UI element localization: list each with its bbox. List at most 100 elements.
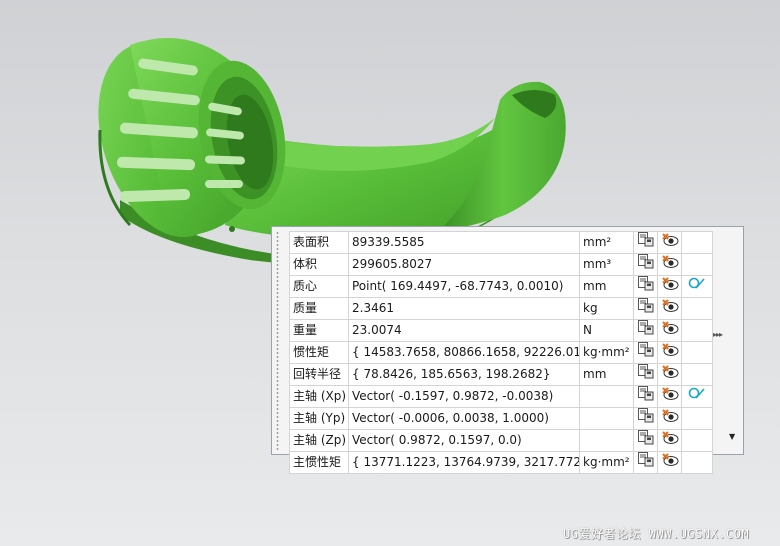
link-cell <box>681 297 713 320</box>
export-table-icon[interactable] <box>637 452 654 473</box>
result-row[interactable]: 表面积 89339.5585 mm² <box>289 231 713 254</box>
result-row[interactable]: 主轴 (Zp) Vector( 0.9872, 0.1597, 0.0) <box>289 429 713 452</box>
result-value[interactable]: 2.3461 <box>348 297 580 320</box>
export-table-icon[interactable] <box>637 254 654 275</box>
show-hide-icon[interactable] <box>661 453 679 473</box>
result-label: 表面积 <box>289 231 349 254</box>
show-hide-icon[interactable] <box>661 255 679 275</box>
export-table-icon[interactable] <box>637 342 654 363</box>
link-cell <box>681 451 713 474</box>
export-table-icon[interactable] <box>637 364 654 385</box>
show-hide-icon[interactable] <box>661 365 679 385</box>
result-row[interactable]: 惯性矩{ 14583.7658, 80866.1658, 92226.0109}… <box>289 341 713 364</box>
export-table-icon[interactable] <box>637 408 654 429</box>
link-cell <box>681 231 713 254</box>
result-value[interactable]: Vector( -0.1597, 0.9872, -0.0038) <box>348 385 580 408</box>
result-value[interactable]: 89339.5585 <box>348 231 580 254</box>
export-table-icon[interactable] <box>637 276 654 297</box>
show-hide-icon[interactable] <box>661 343 679 363</box>
show-hide-icon[interactable] <box>661 431 679 451</box>
result-value[interactable]: { 78.8426, 185.6563, 198.2682} <box>348 363 580 386</box>
result-unit[interactable] <box>579 429 634 452</box>
link-cell <box>681 275 713 298</box>
result-label: 惯性矩 <box>289 341 349 364</box>
export-cell <box>633 363 658 386</box>
associate-link-icon[interactable] <box>688 277 706 297</box>
visibility-cell <box>657 385 682 408</box>
result-value[interactable]: Point( 169.4497, -68.7743, 0.0010) <box>348 275 580 298</box>
export-table-icon[interactable] <box>637 320 654 341</box>
result-unit[interactable] <box>579 385 634 408</box>
visibility-cell <box>657 231 682 254</box>
result-row[interactable]: 质心 Point( 169.4497, -68.7743, 0.0010) mm <box>289 275 713 298</box>
result-row[interactable]: 重量 23.0074 N <box>289 319 713 342</box>
visibility-cell <box>657 429 682 452</box>
show-hide-icon[interactable] <box>661 233 679 253</box>
show-hide-icon[interactable] <box>661 409 679 429</box>
result-label: 质心 <box>289 275 349 298</box>
link-cell <box>681 385 713 408</box>
export-table-icon[interactable] <box>637 232 654 253</box>
measure-results-panel: 表面积 89339.5585 mm² 体积 299605.8027 mm³ 质心 Point(… <box>271 226 744 474</box>
result-value[interactable]: Vector( 0.9872, 0.1597, 0.0) <box>348 429 580 452</box>
export-cell <box>633 385 658 408</box>
export-cell <box>633 341 658 364</box>
result-value[interactable]: 23.0074 <box>348 319 580 342</box>
result-unit[interactable]: mm² <box>579 231 634 254</box>
link-cell <box>681 341 713 364</box>
result-label: 回转半径 <box>289 363 349 386</box>
visibility-cell <box>657 341 682 364</box>
show-hide-icon[interactable] <box>661 277 679 297</box>
drag-grip-handle[interactable] <box>275 231 280 451</box>
link-cell <box>681 363 713 386</box>
result-unit[interactable] <box>579 407 634 430</box>
result-unit[interactable]: kg <box>579 297 634 320</box>
visibility-cell <box>657 451 682 474</box>
result-unit[interactable]: mm <box>579 275 634 298</box>
result-unit[interactable]: mm³ <box>579 253 634 276</box>
result-row[interactable]: 主轴 (Xp) Vector( -0.1597, 0.9872, -0.0038) <box>289 385 713 408</box>
result-label: 质量 <box>289 297 349 320</box>
link-cell <box>681 253 713 276</box>
result-row[interactable]: 主惯性矩{ 13771.1223, 13764.9739, 3217.7726}… <box>289 451 713 474</box>
dropdown-arrow-icon[interactable]: ▼ <box>729 432 735 441</box>
result-label: 主轴 (Zp) <box>289 429 349 452</box>
result-row[interactable]: 体积 299605.8027 mm³ <box>289 253 713 276</box>
visibility-cell <box>657 253 682 276</box>
measure-results-table: 表面积 89339.5585 mm² 体积 299605.8027 mm³ 质心 Point(… <box>289 231 713 474</box>
result-unit[interactable]: kg·mm² <box>579 341 634 364</box>
link-cell <box>681 429 713 452</box>
result-value[interactable]: Vector( -0.0006, 0.0038, 1.0000) <box>348 407 580 430</box>
result-value[interactable]: 299605.8027 <box>348 253 580 276</box>
export-cell <box>633 407 658 430</box>
more-options-arrows[interactable]: ▸▸▸ <box>713 330 723 339</box>
result-unit[interactable]: mm <box>579 363 634 386</box>
associate-link-icon[interactable] <box>688 387 706 407</box>
visibility-cell <box>657 407 682 430</box>
result-unit[interactable]: N <box>579 319 634 342</box>
visibility-cell <box>657 363 682 386</box>
export-cell <box>633 429 658 452</box>
visibility-cell <box>657 297 682 320</box>
export-table-icon[interactable] <box>637 430 654 451</box>
result-row[interactable]: 回转半径{ 78.8426, 185.6563, 198.2682} mm <box>289 363 713 386</box>
export-cell <box>633 253 658 276</box>
result-row[interactable]: 主轴 (Yp) Vector( -0.0006, 0.0038, 1.0000) <box>289 407 713 430</box>
result-label: 重量 <box>289 319 349 342</box>
result-value[interactable]: { 13771.1223, 13764.9739, 3217.7726} <box>348 451 580 474</box>
result-label: 主轴 (Xp) <box>289 385 349 408</box>
result-value[interactable]: { 14583.7658, 80866.1658, 92226.0109} <box>348 341 580 364</box>
result-unit[interactable]: kg·mm² <box>579 451 634 474</box>
export-cell <box>633 275 658 298</box>
export-table-icon[interactable] <box>637 298 654 319</box>
show-hide-icon[interactable] <box>661 321 679 341</box>
export-cell <box>633 451 658 474</box>
show-hide-icon[interactable] <box>661 299 679 319</box>
visibility-cell <box>657 275 682 298</box>
result-row[interactable]: 质量 2.3461 kg <box>289 297 713 320</box>
export-table-icon[interactable] <box>637 386 654 407</box>
link-cell <box>681 407 713 430</box>
export-cell <box>633 297 658 320</box>
result-label: 体积 <box>289 253 349 276</box>
show-hide-icon[interactable] <box>661 387 679 407</box>
